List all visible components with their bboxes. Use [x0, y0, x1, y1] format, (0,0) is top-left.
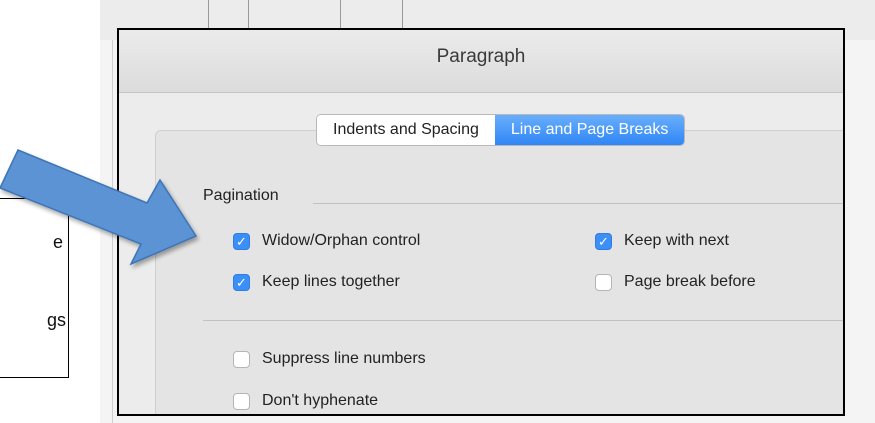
pointer-arrow-icon [0, 149, 198, 266]
